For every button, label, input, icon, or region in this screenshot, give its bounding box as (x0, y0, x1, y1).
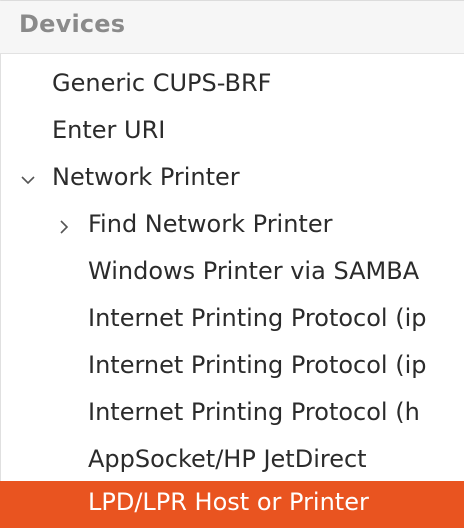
chevron-down-icon[interactable] (16, 156, 40, 203)
tree-item-label: LPD/LPR Host or Printer (88, 488, 369, 516)
tree-item-label: Network Printer (52, 163, 240, 191)
devices-header-label: Devices (19, 10, 126, 38)
tree-item-label: Internet Printing Protocol (h (88, 398, 420, 426)
tree-item-label: Find Network Printer (88, 210, 333, 238)
tree-item-label: Enter URI (52, 116, 166, 144)
tree-item-label: AppSocket/HP JetDirect (88, 445, 367, 473)
tree-item-ipp-1[interactable]: Internet Printing Protocol (ip (0, 297, 464, 344)
devices-panel: Devices Generic CUPS-BRF Enter URI Netwo… (0, 0, 464, 528)
tree-item-enter-uri[interactable]: Enter URI (0, 109, 464, 156)
tree-item-label: Internet Printing Protocol (ip (88, 304, 427, 332)
devices-column-header[interactable]: Devices (0, 1, 464, 54)
tree-item-ipp-3[interactable]: Internet Printing Protocol (h (0, 391, 464, 438)
tree-item-lpd-lpr-host-selected[interactable]: LPD/LPR Host or Printer (0, 481, 464, 528)
tree-item-appsocket-hp-jetdirect[interactable]: AppSocket/HP JetDirect (0, 438, 464, 485)
tree-item-label: Generic CUPS-BRF (52, 69, 272, 97)
chevron-right-icon[interactable] (52, 203, 76, 250)
tree-item-windows-printer-samba[interactable]: Windows Printer via SAMBA (0, 250, 464, 297)
tree-item-label: Windows Printer via SAMBA (88, 257, 420, 285)
tree-item-generic-cups-brf[interactable]: Generic CUPS-BRF (0, 62, 464, 109)
tree-item-label: Internet Printing Protocol (ip (88, 351, 427, 379)
tree-item-ipp-2[interactable]: Internet Printing Protocol (ip (0, 344, 464, 391)
tree-item-find-network-printer[interactable]: Find Network Printer (0, 203, 464, 250)
tree-item-network-printer[interactable]: Network Printer (0, 156, 464, 203)
